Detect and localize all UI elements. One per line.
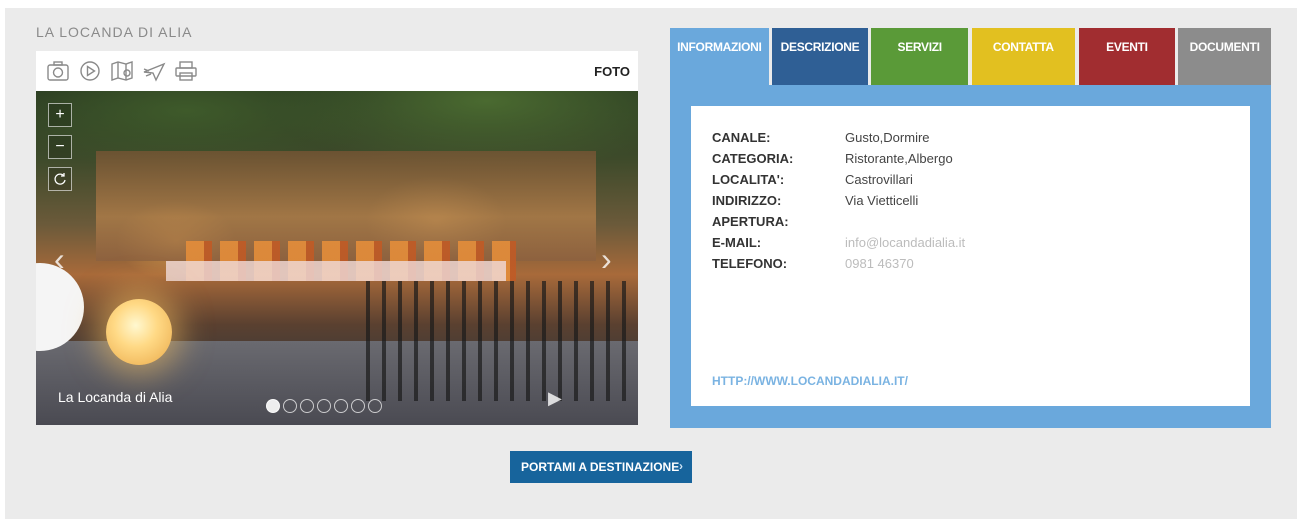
zoom-in-button[interactable]: + bbox=[48, 103, 72, 127]
tab-servizi[interactable]: SERVIZI bbox=[871, 28, 968, 85]
play-icon[interactable] bbox=[76, 57, 104, 85]
info-panel: HTTP://WWW.LOCANDADIALIA.IT/ CANALE: Gust… bbox=[670, 85, 1271, 428]
foto-label: FOTO bbox=[594, 64, 630, 79]
zoom-out-button[interactable]: − bbox=[48, 135, 72, 159]
prev-arrow-icon[interactable]: ‹ bbox=[54, 241, 65, 278]
destination-button-label: PORTAMI A DESTINAZIONE bbox=[521, 460, 680, 474]
info-value[interactable]: 0981 46370 bbox=[845, 256, 1145, 271]
info-label: APERTURA: bbox=[712, 214, 789, 229]
slideshow-play-icon[interactable]: ▶ bbox=[548, 388, 562, 409]
next-arrow-icon[interactable]: › bbox=[601, 241, 612, 278]
photo-caption: La Locanda di Alia bbox=[58, 389, 173, 405]
tab-informazioni[interactable]: INFORMAZIONI bbox=[670, 28, 769, 85]
slide-dot[interactable] bbox=[351, 399, 365, 413]
info-label: TELEFONO: bbox=[712, 256, 788, 271]
tab-documenti[interactable]: DOCUMENTI bbox=[1178, 28, 1271, 85]
info-label: INDIRIZZO: bbox=[712, 193, 782, 208]
slide-dot[interactable] bbox=[317, 399, 331, 413]
info-value: Castrovillari bbox=[845, 172, 913, 187]
map-icon[interactable] bbox=[108, 57, 136, 85]
slide-dot[interactable] bbox=[300, 399, 314, 413]
tab-descrizione[interactable]: DESCRIZIONE bbox=[771, 28, 869, 85]
page-title: LA LOCANDA DI ALIA bbox=[36, 24, 193, 40]
photo-gallery[interactable]: + − ‹ › La Locanda di Alia ▶ bbox=[36, 91, 638, 425]
info-value: Ristorante,Albergo bbox=[845, 151, 953, 166]
info-label: LOCALITA': bbox=[712, 172, 785, 187]
slide-dot[interactable] bbox=[368, 399, 382, 413]
slide-dot[interactable] bbox=[266, 399, 280, 413]
destination-button[interactable]: PORTAMI A DESTINAZIONE › bbox=[510, 451, 692, 483]
tab-contatta[interactable]: CONTATTA bbox=[972, 28, 1075, 85]
tab-eventi[interactable]: EVENTI bbox=[1078, 28, 1176, 85]
slide-dots bbox=[266, 399, 382, 413]
info-label: CANALE: bbox=[712, 130, 771, 145]
zoom-reset-button[interactable] bbox=[48, 167, 72, 191]
info-value: Via Vietticelli bbox=[845, 193, 919, 208]
info-value: Gusto,Dormire bbox=[845, 130, 930, 145]
printer-icon[interactable] bbox=[172, 57, 200, 85]
info-label: CATEGORIA: bbox=[712, 151, 794, 166]
slide-dot[interactable] bbox=[283, 399, 297, 413]
info-tabs: INFORMAZIONI DESCRIZIONE SERVIZI CONTATTA EV… bbox=[670, 28, 1271, 85]
media-toolbar: FOTO bbox=[36, 51, 638, 91]
info-value[interactable]: info@locandadialia.it bbox=[845, 235, 1145, 250]
plane-icon[interactable] bbox=[140, 57, 168, 85]
info-label: E-MAIL: bbox=[712, 235, 762, 250]
slide-dot[interactable] bbox=[334, 399, 348, 413]
chevron-right-icon: › bbox=[679, 459, 683, 473]
camera-icon[interactable] bbox=[44, 57, 72, 85]
website-link[interactable]: HTTP://WWW.LOCANDADIALIA.IT/ bbox=[712, 374, 908, 388]
info-card: HTTP://WWW.LOCANDADIALIA.IT/ CANALE: Gust… bbox=[691, 106, 1250, 406]
